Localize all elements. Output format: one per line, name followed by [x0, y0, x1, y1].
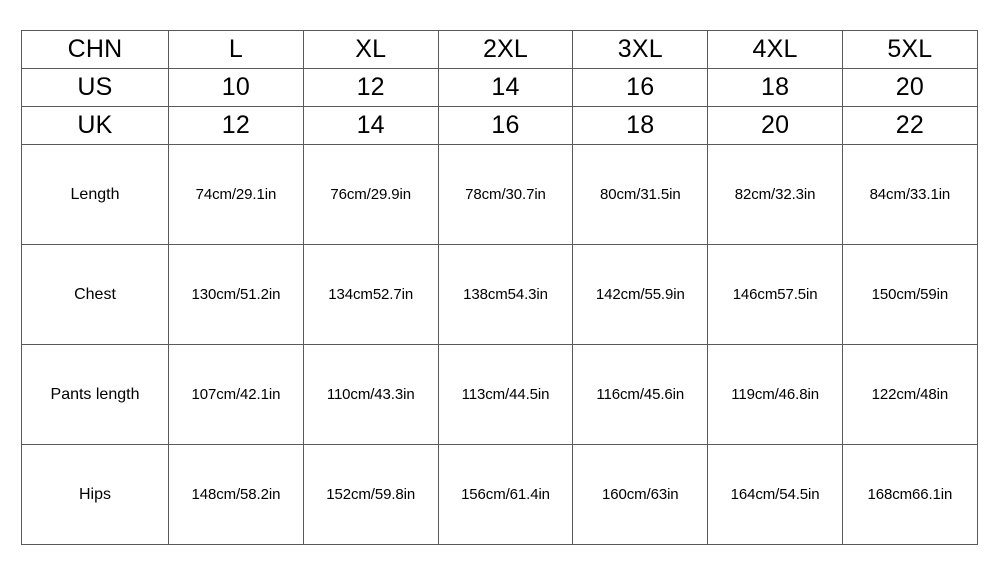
measure-cell-hips-2: 152cm/59.8in	[302, 444, 439, 545]
header-cell-uk-1: 12	[168, 106, 304, 145]
header-cell-chn-4: 3XL	[572, 30, 709, 69]
size-chart-container: CHN L XL 2XL 3XL 4XL 5XL US 10 12 14 16 …	[21, 30, 978, 545]
row-label-uk: UK	[21, 106, 169, 145]
table-row-pants-length: Pants length 107cm/42.1in 110cm/43.3in 1…	[21, 344, 978, 445]
table-row-hips: Hips 148cm/58.2in 152cm/59.8in 156cm/61.…	[21, 444, 978, 545]
header-cell-uk-6: 22	[841, 106, 978, 145]
measure-cell-length-4: 80cm/31.5in	[572, 144, 709, 245]
measure-cell-pants-length-1: 107cm/42.1in	[168, 344, 304, 445]
measure-cell-hips-6: 168cm66.1in	[841, 444, 978, 545]
header-cell-chn-1: L	[168, 30, 304, 69]
header-cell-uk-4: 18	[572, 106, 709, 145]
measure-cell-length-2: 76cm/29.9in	[302, 144, 439, 245]
measure-cell-hips-3: 156cm/61.4in	[437, 444, 574, 545]
measure-cell-length-3: 78cm/30.7in	[437, 144, 574, 245]
measure-cell-chest-1: 130cm/51.2in	[168, 244, 304, 345]
table-row-length: Length 74cm/29.1in 76cm/29.9in 78cm/30.7…	[21, 144, 978, 245]
measure-cell-pants-length-5: 119cm/46.8in	[707, 344, 843, 445]
header-cell-chn-2: XL	[302, 30, 439, 69]
table-row-uk: UK 12 14 16 18 20 22	[21, 106, 978, 145]
row-label-us: US	[21, 68, 169, 107]
header-cell-us-2: 12	[302, 68, 439, 107]
header-cell-chn-3: 2XL	[437, 30, 574, 69]
header-cell-chn-5: 4XL	[707, 30, 843, 69]
header-cell-us-3: 14	[437, 68, 574, 107]
header-cell-us-6: 20	[841, 68, 978, 107]
header-cell-us-4: 16	[572, 68, 709, 107]
measure-cell-pants-length-2: 110cm/43.3in	[302, 344, 439, 445]
measure-cell-hips-1: 148cm/58.2in	[168, 444, 304, 545]
measure-cell-hips-4: 160cm/63in	[572, 444, 709, 545]
header-cell-chn-6: 5XL	[841, 30, 978, 69]
measure-cell-chest-4: 142cm/55.9in	[572, 244, 709, 345]
row-label-hips: Hips	[21, 444, 169, 545]
measure-cell-length-6: 84cm/33.1in	[841, 144, 978, 245]
measure-cell-pants-length-3: 113cm/44.5in	[437, 344, 574, 445]
row-label-length: Length	[21, 144, 169, 245]
measure-cell-pants-length-6: 122cm/48in	[841, 344, 978, 445]
row-label-chn: CHN	[21, 30, 169, 69]
measure-cell-length-5: 82cm/32.3in	[707, 144, 843, 245]
measure-cell-hips-5: 164cm/54.5in	[707, 444, 843, 545]
header-cell-us-5: 18	[707, 68, 843, 107]
size-chart-table: CHN L XL 2XL 3XL 4XL 5XL US 10 12 14 16 …	[21, 30, 978, 545]
measure-cell-length-1: 74cm/29.1in	[168, 144, 304, 245]
measure-cell-chest-6: 150cm/59in	[841, 244, 978, 345]
row-label-chest: Chest	[21, 244, 169, 345]
measure-cell-chest-5: 146cm57.5in	[707, 244, 843, 345]
measure-cell-chest-2: 134cm52.7in	[302, 244, 439, 345]
table-row-chn: CHN L XL 2XL 3XL 4XL 5XL	[21, 30, 978, 69]
header-cell-uk-2: 14	[302, 106, 439, 145]
header-cell-us-1: 10	[168, 68, 304, 107]
measure-cell-pants-length-4: 116cm/45.6in	[572, 344, 709, 445]
row-label-pants-length: Pants length	[21, 344, 169, 445]
header-cell-uk-3: 16	[437, 106, 574, 145]
header-cell-uk-5: 20	[707, 106, 843, 145]
table-row-us: US 10 12 14 16 18 20	[21, 68, 978, 107]
measure-cell-chest-3: 138cm54.3in	[437, 244, 574, 345]
table-row-chest: Chest 130cm/51.2in 134cm52.7in 138cm54.3…	[21, 244, 978, 345]
